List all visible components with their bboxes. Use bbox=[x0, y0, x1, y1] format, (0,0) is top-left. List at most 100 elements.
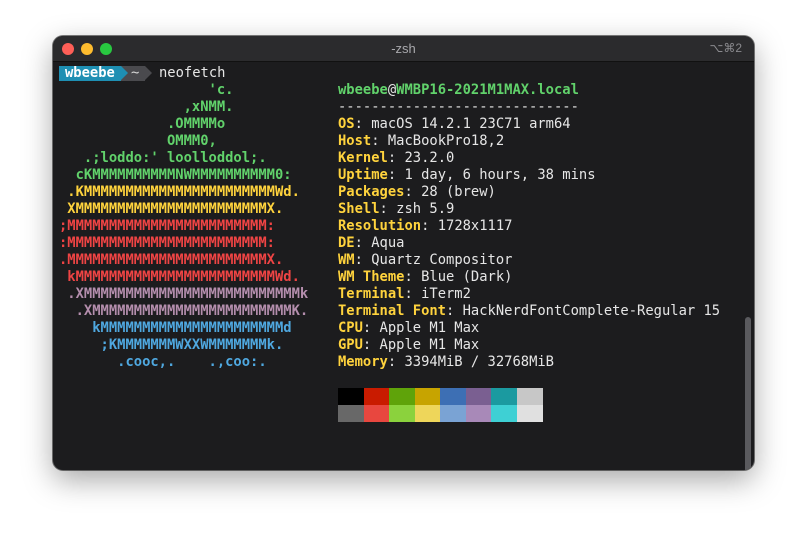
info-value: Aqua bbox=[371, 235, 405, 251]
palette-swatch bbox=[414, 405, 441, 422]
info-key: DE bbox=[338, 235, 355, 251]
info-colon: : bbox=[404, 286, 422, 302]
scrollbar[interactable] bbox=[745, 317, 751, 470]
logo-line: .XMMMMMMMMMMMMMMMMMMMMMMMMK. bbox=[59, 303, 309, 319]
palette-swatch bbox=[491, 405, 517, 422]
info-colon: : bbox=[354, 235, 372, 251]
info-key: Uptime bbox=[338, 167, 388, 183]
info-colon: : bbox=[354, 252, 372, 268]
info-key: Host bbox=[338, 133, 372, 149]
info-row: WM: Quartz Compositor bbox=[338, 252, 512, 269]
palette-swatch bbox=[338, 388, 364, 405]
prompt-user-segment: wbeebe bbox=[59, 66, 121, 81]
logo-line: .XMMMMMMMMMMMMMMMMMMMMMMMMMMk bbox=[59, 286, 309, 302]
info-value: 1 day, 6 hours, 38 mins bbox=[404, 167, 596, 183]
info-value: iTerm2 bbox=[421, 286, 471, 302]
info-row: Shell: zsh 5.9 bbox=[338, 201, 454, 218]
logo-line: .;loddo:' loolloddol;. bbox=[59, 150, 267, 166]
info-row: Terminal: iTerm2 bbox=[338, 286, 471, 303]
logo-line: .cooc,. .,coo:. bbox=[59, 354, 267, 370]
info-row: Packages: 28 (brew) bbox=[338, 184, 496, 201]
palette-swatch bbox=[363, 405, 390, 422]
info-at: @ bbox=[387, 82, 397, 98]
prompt-separator-icon bbox=[121, 66, 128, 80]
info-key: Terminal bbox=[338, 286, 405, 302]
info-colon: : bbox=[421, 218, 438, 234]
prompt-separator-icon bbox=[145, 66, 152, 80]
info-key: GPU bbox=[338, 337, 363, 353]
info-row: Terminal Font: HackNerdFontComplete-Regu… bbox=[338, 303, 720, 320]
info-colon: : bbox=[362, 337, 380, 353]
info-title: wbeebe@WMBP16-2021M1MAX.local bbox=[338, 82, 579, 99]
info-row: OS: macOS 14.2.1 23C71 arm64 bbox=[338, 116, 571, 133]
logo-line: OMMM0, bbox=[59, 133, 217, 149]
info-value: 23.2.0 bbox=[404, 150, 455, 166]
window-title: -zsh bbox=[391, 41, 416, 56]
terminal-content[interactable]: wbeebe ~ neofetch 'c. ,xNMM. .OMMMMo OMM… bbox=[53, 62, 754, 470]
info-key: Packages bbox=[338, 184, 405, 200]
info-colon: : bbox=[404, 269, 422, 285]
logo-line: :MMMMMMMMMMMMMMMMMMMMMMMM: bbox=[59, 235, 275, 251]
logo-line: 'c. bbox=[59, 82, 234, 98]
info-row: Resolution: 1728x1117 bbox=[338, 218, 512, 235]
logo-line: ;KMMMMMMMWXXWMMMMMMMk. bbox=[59, 337, 284, 353]
command-text: neofetch bbox=[159, 65, 226, 81]
logo-line: cKMMMMMMMMMMNWMMMMMMMMMM0: bbox=[59, 167, 292, 183]
info-value: 28 (brew) bbox=[421, 184, 496, 200]
terminal-window: -zsh ⌥⌘2 wbeebe ~ neofetch 'c. ,xNMM. .O… bbox=[53, 36, 754, 470]
palette-swatch bbox=[338, 405, 364, 422]
info-colon: : bbox=[362, 320, 380, 336]
info-key: CPU bbox=[338, 320, 363, 336]
logo-line: XMMMMMMMMMMMMMMMMMMMMMMMX. bbox=[59, 201, 284, 217]
info-row: CPU: Apple M1 Max bbox=[338, 320, 479, 337]
palette-swatch bbox=[465, 388, 492, 405]
palette-swatch bbox=[516, 388, 543, 405]
logo-line: .MMMMMMMMMMMMMMMMMMMMMMMMX. bbox=[59, 252, 284, 268]
info-colon: : bbox=[404, 184, 422, 200]
palette-swatch bbox=[516, 405, 543, 422]
palette-swatch bbox=[440, 405, 466, 422]
info-key: OS bbox=[338, 116, 355, 132]
logo-line: .KMMMMMMMMMMMMMMMMMMMMMMMWd. bbox=[59, 184, 300, 200]
tab-shortcut-hint: ⌥⌘2 bbox=[709, 41, 742, 55]
info-value: Apple M1 Max bbox=[379, 337, 480, 353]
palette-swatch bbox=[440, 388, 466, 405]
info-value: MacBookPro18,2 bbox=[387, 133, 505, 149]
title-bar: -zsh ⌥⌘2 bbox=[53, 36, 754, 62]
info-colon: : bbox=[371, 133, 388, 149]
logo-line: ,xNMM. bbox=[59, 99, 234, 115]
info-row: Memory: 3394MiB / 32768MiB bbox=[338, 354, 554, 371]
info-value: Quartz Compositor bbox=[371, 252, 513, 268]
info-colon: : bbox=[387, 354, 405, 370]
info-key: Resolution bbox=[338, 218, 422, 234]
info-user: wbeebe bbox=[338, 82, 388, 98]
info-value: 1728x1117 bbox=[437, 218, 513, 234]
palette-swatch bbox=[389, 405, 415, 422]
info-key: Terminal Font bbox=[338, 303, 446, 319]
info-row: DE: Aqua bbox=[338, 235, 404, 252]
info-key: Kernel bbox=[338, 150, 388, 166]
info-key: Shell bbox=[338, 201, 380, 217]
palette-swatch bbox=[389, 388, 415, 405]
info-row: GPU: Apple M1 Max bbox=[338, 337, 479, 354]
info-colon: : bbox=[445, 303, 463, 319]
info-key: WM Theme bbox=[338, 269, 405, 285]
palette-swatch bbox=[414, 388, 441, 405]
info-row: Host: MacBookPro18,2 bbox=[338, 133, 504, 150]
info-value: Blue (Dark) bbox=[421, 269, 513, 285]
info-host: WMBP16-2021M1MAX.local bbox=[396, 82, 579, 98]
info-value: Apple M1 Max bbox=[379, 320, 480, 336]
logo-line: kMMMMMMMMMMMMMMMMMMMMMMd bbox=[59, 320, 292, 336]
info-row: WM Theme: Blue (Dark) bbox=[338, 269, 512, 286]
info-value: macOS 14.2.1 23C71 arm64 bbox=[371, 116, 571, 132]
info-key: Memory bbox=[338, 354, 388, 370]
info-value: zsh 5.9 bbox=[396, 201, 455, 217]
info-colon: : bbox=[379, 201, 397, 217]
palette-swatch bbox=[363, 388, 390, 405]
info-value: HackNerdFontComplete-Regular 15 bbox=[462, 303, 721, 319]
palette-swatch bbox=[465, 405, 492, 422]
palette-swatch bbox=[491, 388, 517, 405]
info-colon: : bbox=[387, 150, 405, 166]
info-key: WM bbox=[338, 252, 355, 268]
logo-line: kMMMMMMMMMMMMMMMMMMMMMMMMWd. bbox=[59, 269, 300, 285]
